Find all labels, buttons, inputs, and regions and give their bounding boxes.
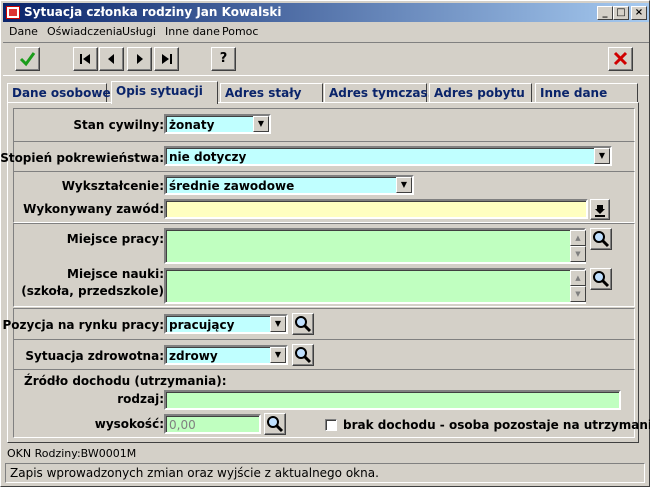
okn-rodziny-text: OKN Rodziny:BW0001M — [7, 447, 137, 460]
arrow-down-bar-icon — [595, 205, 605, 217]
previous-record-button[interactable] — [99, 47, 124, 71]
brak-dochodu-label: brak dochodu - osoba pozostaje na utrzym… — [343, 418, 650, 432]
stan-cywilny-value: żonaty — [169, 118, 215, 132]
zawod-list-button[interactable] — [590, 199, 610, 220]
group-dochod: Źródło dochodu (utrzymania): rodzaj: wys… — [13, 369, 650, 438]
pozycja-select[interactable]: pracujący ▼ — [164, 314, 288, 334]
pozycja-search-button[interactable] — [292, 313, 314, 335]
wysokosc-label: wysokość: — [94, 417, 164, 431]
miejsce-nauki-sublabel: (szkoła, przedszkole) — [21, 284, 164, 298]
chevron-down-icon[interactable]: ▼ — [396, 177, 412, 193]
menu-pomoc[interactable]: Pomoc — [222, 25, 258, 38]
rodzaj-input[interactable] — [164, 390, 621, 410]
title-bar: Sytuacja członka rodziny Jan Kowalski _ … — [3, 3, 649, 22]
wyksztalcenie-select[interactable]: średnie zawodowe ▼ — [164, 175, 414, 195]
chevron-down-icon[interactable]: ▼ — [594, 148, 610, 164]
group-zdrowie: Sytuacja zdrowotna: zdrowy ▼ — [13, 339, 635, 370]
rodzaj-label: rodzaj: — [117, 392, 164, 406]
previous-icon — [108, 54, 114, 64]
group-wyksztalcenie: Wykształcenie: średnie zawodowe ▼ Wykony… — [13, 171, 635, 223]
zdrowie-search-button[interactable] — [292, 344, 314, 366]
next-record-button[interactable] — [127, 47, 152, 71]
brak-dochodu-checkbox[interactable] — [325, 419, 337, 431]
miejsce-pracy-textarea[interactable] — [164, 228, 586, 264]
miejsce-pracy-scrollbar[interactable]: ▲ ▼ — [570, 230, 586, 262]
dochod-header: Źródło dochodu (utrzymania): — [24, 374, 227, 388]
zawod-input[interactable] — [164, 199, 588, 219]
stopien-value: nie dotyczy — [169, 150, 247, 164]
app-icon — [6, 6, 20, 19]
scroll-down-icon[interactable]: ▼ — [570, 286, 586, 302]
checkmark-icon — [19, 52, 36, 67]
minimize-button[interactable]: _ — [597, 6, 613, 20]
zdrowie-value: zdrowy — [169, 349, 218, 363]
tab-adres-staly[interactable]: Adres stały — [220, 83, 323, 103]
close-x-icon — [613, 51, 628, 66]
miejsce-nauki-label: Miejsce nauki: — [67, 267, 164, 281]
miejsce-nauki-scrollbar[interactable]: ▲ ▼ — [570, 270, 586, 302]
menu-uslugi[interactable]: Usługi — [122, 25, 156, 38]
chevron-down-icon[interactable]: ▼ — [253, 116, 269, 132]
scroll-down-icon[interactable]: ▼ — [570, 246, 586, 262]
group-stan-cywilny: Stan cywilny: żonaty ▼ — [13, 108, 635, 142]
tab-opis-sytuacji[interactable]: Opis sytuacji — [111, 81, 218, 104]
toolbar: ? — [3, 42, 649, 76]
magnifier-icon — [593, 231, 610, 248]
cancel-button[interactable] — [608, 47, 633, 71]
close-window-button[interactable]: × — [631, 6, 647, 20]
window-title: Sytuacja członka rodziny Jan Kowalski — [24, 5, 282, 19]
pozycja-value: pracujący — [169, 318, 235, 332]
tab-panel-opis-sytuacji: Stan cywilny: żonaty ▼ Stopień pokrewień… — [0, 102, 650, 443]
miejsce-pracy-label: Miejsce pracy: — [66, 232, 164, 246]
menu-dane[interactable]: Dane — [9, 25, 38, 38]
wysokosc-search-button[interactable] — [264, 413, 286, 435]
help-button[interactable]: ? — [211, 47, 236, 71]
tab-adres-pobytu[interactable]: Adres pobytu — [429, 83, 532, 103]
maximize-button[interactable]: □ — [613, 6, 629, 20]
menu-inne-dane[interactable]: Inne dane — [165, 25, 220, 38]
group-stopien: Stopień pokrewieństwa: nie dotyczy ▼ — [0, 141, 635, 172]
status-bar: Zapis wprowadzonych zmian oraz wyjście z… — [5, 463, 645, 483]
wyksztalcenie-value: średnie zawodowe — [169, 179, 295, 193]
scroll-up-icon[interactable]: ▲ — [570, 230, 586, 246]
miejsce-nauki-search-button[interactable] — [590, 268, 612, 290]
app-window: Sytuacja członka rodziny Jan Kowalski _ … — [0, 0, 650, 487]
stopien-label: Stopień pokrewieństwa: — [0, 151, 164, 165]
first-record-button[interactable] — [73, 47, 98, 71]
chevron-down-icon[interactable]: ▼ — [270, 347, 286, 363]
magnifier-icon — [295, 316, 312, 333]
zawod-label: Wykonywany zawód: — [23, 202, 164, 216]
magnifier-icon — [593, 271, 610, 288]
last-icon — [162, 54, 172, 64]
tab-adres-tymczasowy[interactable]: Adres tymczas. — [324, 83, 432, 103]
tab-inne-dane[interactable]: Inne dane — [535, 83, 638, 103]
menu-bar: Dane Oświadczenia Usługi Inne dane Pomoc — [3, 23, 649, 41]
tab-strip: Dane osobowe Opis sytuacji Adres stały A… — [7, 81, 639, 104]
stan-cywilny-label: Stan cywilny: — [73, 118, 164, 132]
zdrowie-select[interactable]: zdrowy ▼ — [164, 345, 288, 365]
miejsce-nauki-textarea[interactable] — [164, 268, 586, 304]
zdrowie-label: Sytuacja zdrowotna: — [25, 349, 164, 363]
magnifier-icon — [267, 416, 284, 433]
magnifier-icon — [295, 347, 312, 364]
menu-oswiadczenia[interactable]: Oświadczenia — [47, 25, 123, 38]
wyksztalcenie-label: Wykształcenie: — [61, 179, 164, 193]
chevron-down-icon[interactable]: ▼ — [270, 316, 286, 332]
tab-dane-osobowe[interactable]: Dane osobowe — [7, 83, 111, 103]
last-record-button[interactable] — [154, 47, 179, 71]
confirm-button[interactable] — [15, 47, 40, 71]
scroll-up-icon[interactable]: ▲ — [570, 270, 586, 286]
group-miejsca: Miejsce pracy: ▲ ▼ Miejsce nauki: (szkoł… — [13, 223, 635, 307]
first-icon — [80, 54, 90, 64]
stan-cywilny-select[interactable]: żonaty ▼ — [164, 114, 271, 134]
next-icon — [137, 54, 143, 64]
stopien-select[interactable]: nie dotyczy ▼ — [164, 146, 612, 166]
pozycja-label: Pozycja na rynku pracy: — [2, 318, 165, 332]
miejsce-pracy-search-button[interactable] — [590, 228, 612, 250]
group-pozycja: Pozycja na rynku pracy: pracujący ▼ — [3, 308, 635, 340]
wysokosc-input[interactable]: 0,00 — [164, 414, 261, 434]
